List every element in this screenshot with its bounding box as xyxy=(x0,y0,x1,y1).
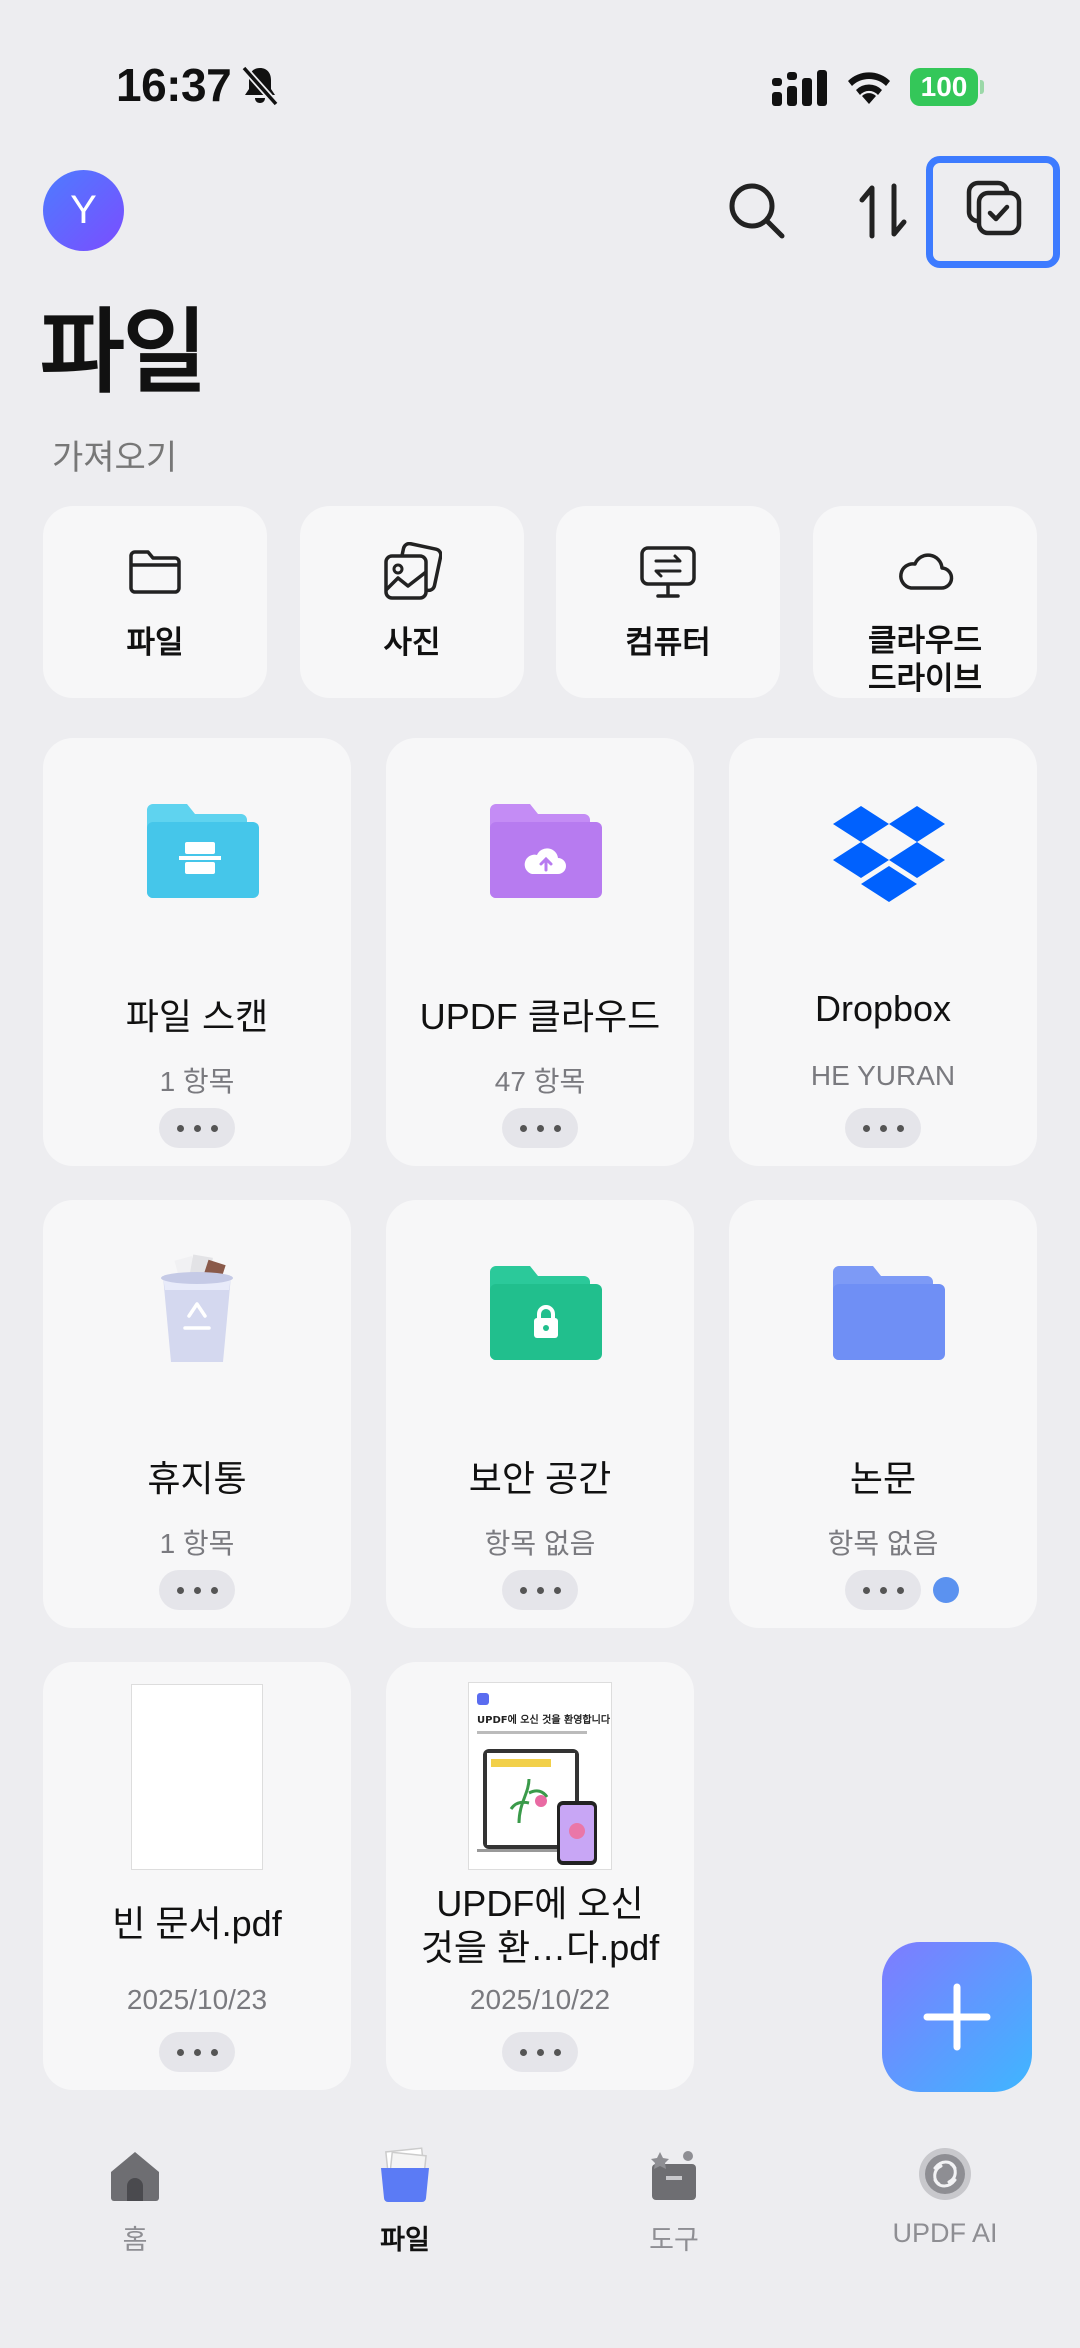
folder-card-updf-cloud[interactable]: UPDF 클라우드 47 항목 xyxy=(386,738,694,1166)
file-date: 2025/10/22 xyxy=(469,1984,611,2015)
files-icon xyxy=(381,2147,429,2202)
import-computer-button[interactable]: 컴퓨터 xyxy=(556,506,780,698)
page-title: 파일 xyxy=(40,302,207,404)
tab-bar: 홈 파일 도구 UPDF AI xyxy=(0,2110,1080,2348)
cloud-icon xyxy=(899,553,954,590)
import-label: 파일 xyxy=(126,625,184,660)
document-preview-icon: UPDF에 오신 것을 환영합니다 xyxy=(477,1693,611,1865)
more-button[interactable] xyxy=(159,2032,235,2072)
folder-card-dropbox[interactable]: Dropbox HE YURAN xyxy=(729,738,1037,1166)
tab-home[interactable]: 홈 xyxy=(25,2146,245,2266)
tools-icon xyxy=(651,2151,696,2200)
account-name: HE YURAN xyxy=(810,1060,956,1091)
file-date: 2025/10/23 xyxy=(126,1984,268,2015)
file-card-updf-welcome[interactable]: UPDF에 오신 것을 환영합니다 UPDF에 오신 것을 환…다.pdf 20… xyxy=(386,1662,694,2090)
import-label: 컴퓨터 xyxy=(625,625,711,660)
tab-files[interactable]: 파일 xyxy=(295,2146,515,2266)
folder-item-count: 항목 없음 xyxy=(827,1528,939,1559)
tab-label: 도구 xyxy=(649,2225,699,2255)
tab-label: UPDF AI xyxy=(892,2218,998,2248)
tab-label: 홈 xyxy=(122,2225,148,2255)
folder-icon xyxy=(129,550,181,594)
status-bar: 16:37 100 xyxy=(0,0,1080,170)
folder-name: 휴지통 xyxy=(147,1458,247,1499)
folder-name: UPDF 클라우드 xyxy=(419,996,661,1037)
import-cloud-button[interactable]: 클라우드 드라이브 xyxy=(813,506,1037,698)
avatar[interactable]: Y xyxy=(43,170,124,251)
battery-indicator: 100 xyxy=(910,68,984,106)
folder-card-secure-space[interactable]: 보안 공간 항목 없음 xyxy=(386,1200,694,1628)
cellular-signal-icon xyxy=(772,70,827,106)
battery-nub xyxy=(980,80,984,94)
lock-folder-icon xyxy=(490,1266,602,1360)
battery-level: 100 xyxy=(910,68,978,106)
computer-transfer-icon xyxy=(640,546,696,598)
folder-item-count: 47 항목 xyxy=(494,1066,586,1097)
more-button[interactable] xyxy=(845,1570,921,1610)
sort-icon[interactable] xyxy=(850,176,920,246)
folder-item-count: 1 항목 xyxy=(159,1066,235,1097)
tab-tools[interactable]: 도구 xyxy=(564,2146,784,2266)
file-name: UPDF에 오신 것을 환…다.pdf xyxy=(420,1883,660,1968)
more-button[interactable] xyxy=(502,2032,578,2072)
cloud-folder-icon xyxy=(490,804,602,898)
folder-name: Dropbox xyxy=(814,988,952,1029)
photos-icon xyxy=(384,542,442,600)
search-icon[interactable] xyxy=(722,176,792,246)
thumbnail-title: UPDF에 오신 것을 환영합니다 xyxy=(477,1713,611,1726)
scan-folder-icon xyxy=(147,804,259,898)
folder-card-papers[interactable]: 논문 항목 없음 xyxy=(729,1200,1037,1628)
file-thumbnail: UPDF에 오신 것을 환영합니다 xyxy=(468,1682,612,1870)
folder-card-scan[interactable]: 파일 스캔 1 항목 xyxy=(43,738,351,1166)
more-button[interactable] xyxy=(502,1108,578,1148)
import-label: 클라우드 드라이브 xyxy=(867,623,983,696)
add-button[interactable] xyxy=(882,1942,1032,2092)
more-button[interactable] xyxy=(159,1108,235,1148)
more-button[interactable] xyxy=(159,1570,235,1610)
sync-status-dot xyxy=(933,1577,959,1603)
tab-label: 파일 xyxy=(380,2225,430,2255)
plus-icon xyxy=(923,1983,991,2051)
import-section-label: 가져오기 xyxy=(52,439,178,477)
ai-icon xyxy=(919,2148,971,2200)
bell-muted-icon xyxy=(241,65,279,107)
folder-item-count: 1 항목 xyxy=(159,1528,235,1559)
dropbox-icon xyxy=(833,806,945,902)
folder-name: 논문 xyxy=(849,1458,917,1499)
home-icon xyxy=(111,2152,159,2201)
folder-name: 보안 공간 xyxy=(468,1458,612,1499)
file-thumbnail xyxy=(131,1684,263,1870)
folder-card-trash[interactable]: 휴지통 1 항목 xyxy=(43,1200,351,1628)
import-files-button[interactable]: 파일 xyxy=(43,506,267,698)
import-label: 사진 xyxy=(383,625,441,660)
clock: 16:37 xyxy=(116,59,232,111)
tab-updf-ai[interactable]: UPDF AI xyxy=(835,2146,1055,2266)
select-mode-button[interactable] xyxy=(926,156,1060,268)
more-button[interactable] xyxy=(502,1570,578,1610)
trash-icon xyxy=(161,1254,233,1362)
import-photos-button[interactable]: 사진 xyxy=(300,506,524,698)
folder-item-count: 항목 없음 xyxy=(484,1528,596,1559)
more-button[interactable] xyxy=(845,1108,921,1148)
file-name: 빈 문서.pdf xyxy=(112,1903,282,1944)
folder-name: 파일 스캔 xyxy=(125,996,269,1037)
wifi-icon xyxy=(848,72,890,104)
folder-icon xyxy=(833,1266,945,1360)
multi-select-icon xyxy=(966,180,1022,236)
file-card-blank-doc[interactable]: 빈 문서.pdf 2025/10/23 xyxy=(43,1662,351,2090)
